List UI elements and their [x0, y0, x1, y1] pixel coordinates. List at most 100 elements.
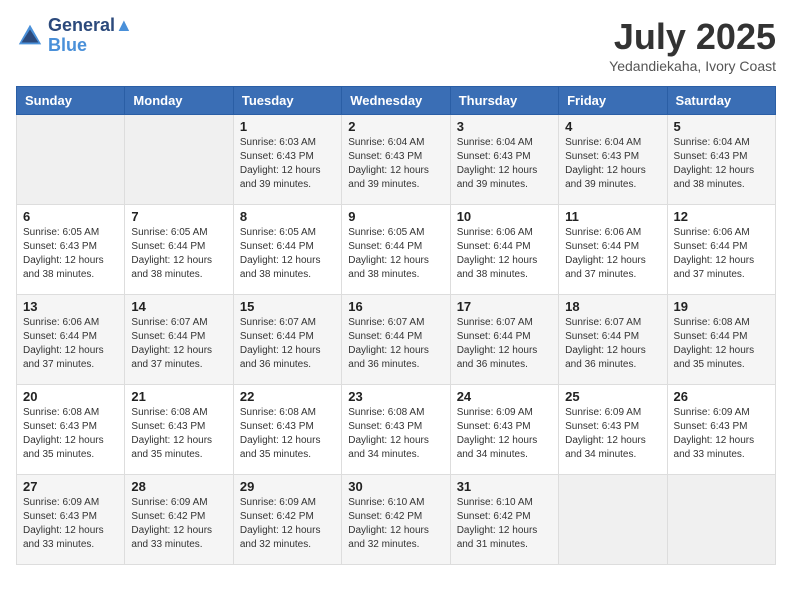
calendar-table: Sunday Monday Tuesday Wednesday Thursday…	[16, 86, 776, 565]
calendar-cell: 7 Sunrise: 6:05 AMSunset: 6:44 PMDayligh…	[125, 205, 233, 295]
day-info: Sunrise: 6:08 AMSunset: 6:43 PMDaylight:…	[131, 406, 226, 462]
day-info: Sunrise: 6:09 AMSunset: 6:42 PMDaylight:…	[131, 496, 226, 552]
day-info: Sunrise: 6:07 AMSunset: 6:44 PMDaylight:…	[348, 316, 443, 372]
day-number: 20	[23, 389, 118, 404]
calendar-cell: 18 Sunrise: 6:07 AMSunset: 6:44 PMDaylig…	[559, 295, 667, 385]
calendar-cell: 21 Sunrise: 6:08 AMSunset: 6:43 PMDaylig…	[125, 385, 233, 475]
calendar-cell: 30 Sunrise: 6:10 AMSunset: 6:42 PMDaylig…	[342, 475, 450, 565]
day-number: 23	[348, 389, 443, 404]
day-info: Sunrise: 6:05 AMSunset: 6:43 PMDaylight:…	[23, 226, 118, 282]
day-info: Sunrise: 6:06 AMSunset: 6:44 PMDaylight:…	[457, 226, 552, 282]
day-info: Sunrise: 6:08 AMSunset: 6:43 PMDaylight:…	[240, 406, 335, 462]
day-number: 10	[457, 209, 552, 224]
calendar-week-row: 1 Sunrise: 6:03 AMSunset: 6:43 PMDayligh…	[17, 115, 776, 205]
day-number: 25	[565, 389, 660, 404]
day-number: 24	[457, 389, 552, 404]
calendar-cell: 14 Sunrise: 6:07 AMSunset: 6:44 PMDaylig…	[125, 295, 233, 385]
calendar-cell: 31 Sunrise: 6:10 AMSunset: 6:42 PMDaylig…	[450, 475, 558, 565]
calendar-cell: 4 Sunrise: 6:04 AMSunset: 6:43 PMDayligh…	[559, 115, 667, 205]
day-info: Sunrise: 6:04 AMSunset: 6:43 PMDaylight:…	[348, 136, 443, 192]
day-info: Sunrise: 6:05 AMSunset: 6:44 PMDaylight:…	[240, 226, 335, 282]
day-number: 5	[674, 119, 769, 134]
page-header: General▲ Blue July 2025 Yedandiekaha, Iv…	[16, 16, 776, 74]
day-number: 30	[348, 479, 443, 494]
calendar-cell: 11 Sunrise: 6:06 AMSunset: 6:44 PMDaylig…	[559, 205, 667, 295]
day-number: 4	[565, 119, 660, 134]
calendar-cell: 17 Sunrise: 6:07 AMSunset: 6:44 PMDaylig…	[450, 295, 558, 385]
day-info: Sunrise: 6:06 AMSunset: 6:44 PMDaylight:…	[23, 316, 118, 372]
title-area: July 2025 Yedandiekaha, Ivory Coast	[609, 16, 776, 74]
day-number: 21	[131, 389, 226, 404]
day-number: 9	[348, 209, 443, 224]
col-monday: Monday	[125, 87, 233, 115]
day-number: 26	[674, 389, 769, 404]
logo-icon	[16, 22, 44, 50]
calendar-cell: 8 Sunrise: 6:05 AMSunset: 6:44 PMDayligh…	[233, 205, 341, 295]
day-number: 29	[240, 479, 335, 494]
day-number: 22	[240, 389, 335, 404]
day-info: Sunrise: 6:07 AMSunset: 6:44 PMDaylight:…	[565, 316, 660, 372]
day-number: 1	[240, 119, 335, 134]
day-info: Sunrise: 6:10 AMSunset: 6:42 PMDaylight:…	[348, 496, 443, 552]
calendar-cell	[559, 475, 667, 565]
day-number: 11	[565, 209, 660, 224]
day-info: Sunrise: 6:05 AMSunset: 6:44 PMDaylight:…	[348, 226, 443, 282]
calendar-cell: 5 Sunrise: 6:04 AMSunset: 6:43 PMDayligh…	[667, 115, 775, 205]
day-info: Sunrise: 6:09 AMSunset: 6:43 PMDaylight:…	[457, 406, 552, 462]
calendar-cell: 1 Sunrise: 6:03 AMSunset: 6:43 PMDayligh…	[233, 115, 341, 205]
calendar-cell: 15 Sunrise: 6:07 AMSunset: 6:44 PMDaylig…	[233, 295, 341, 385]
calendar-cell: 3 Sunrise: 6:04 AMSunset: 6:43 PMDayligh…	[450, 115, 558, 205]
day-info: Sunrise: 6:10 AMSunset: 6:42 PMDaylight:…	[457, 496, 552, 552]
day-number: 12	[674, 209, 769, 224]
calendar-cell: 6 Sunrise: 6:05 AMSunset: 6:43 PMDayligh…	[17, 205, 125, 295]
day-number: 7	[131, 209, 226, 224]
calendar-cell	[17, 115, 125, 205]
day-info: Sunrise: 6:09 AMSunset: 6:43 PMDaylight:…	[23, 496, 118, 552]
col-wednesday: Wednesday	[342, 87, 450, 115]
day-info: Sunrise: 6:07 AMSunset: 6:44 PMDaylight:…	[131, 316, 226, 372]
day-number: 2	[348, 119, 443, 134]
day-info: Sunrise: 6:06 AMSunset: 6:44 PMDaylight:…	[674, 226, 769, 282]
day-number: 18	[565, 299, 660, 314]
day-number: 17	[457, 299, 552, 314]
calendar-week-row: 6 Sunrise: 6:05 AMSunset: 6:43 PMDayligh…	[17, 205, 776, 295]
day-info: Sunrise: 6:08 AMSunset: 6:43 PMDaylight:…	[348, 406, 443, 462]
calendar-cell: 26 Sunrise: 6:09 AMSunset: 6:43 PMDaylig…	[667, 385, 775, 475]
col-friday: Friday	[559, 87, 667, 115]
day-number: 8	[240, 209, 335, 224]
calendar-week-row: 20 Sunrise: 6:08 AMSunset: 6:43 PMDaylig…	[17, 385, 776, 475]
calendar-cell: 20 Sunrise: 6:08 AMSunset: 6:43 PMDaylig…	[17, 385, 125, 475]
day-number: 13	[23, 299, 118, 314]
calendar-cell: 22 Sunrise: 6:08 AMSunset: 6:43 PMDaylig…	[233, 385, 341, 475]
day-info: Sunrise: 6:07 AMSunset: 6:44 PMDaylight:…	[457, 316, 552, 372]
calendar-cell: 2 Sunrise: 6:04 AMSunset: 6:43 PMDayligh…	[342, 115, 450, 205]
logo: General▲ Blue	[16, 16, 133, 56]
day-info: Sunrise: 6:04 AMSunset: 6:43 PMDaylight:…	[565, 136, 660, 192]
col-sunday: Sunday	[17, 87, 125, 115]
day-info: Sunrise: 6:09 AMSunset: 6:42 PMDaylight:…	[240, 496, 335, 552]
calendar-cell: 24 Sunrise: 6:09 AMSunset: 6:43 PMDaylig…	[450, 385, 558, 475]
calendar-cell: 28 Sunrise: 6:09 AMSunset: 6:42 PMDaylig…	[125, 475, 233, 565]
day-number: 16	[348, 299, 443, 314]
col-tuesday: Tuesday	[233, 87, 341, 115]
day-info: Sunrise: 6:04 AMSunset: 6:43 PMDaylight:…	[674, 136, 769, 192]
col-thursday: Thursday	[450, 87, 558, 115]
calendar-cell: 23 Sunrise: 6:08 AMSunset: 6:43 PMDaylig…	[342, 385, 450, 475]
day-number: 14	[131, 299, 226, 314]
calendar-cell: 10 Sunrise: 6:06 AMSunset: 6:44 PMDaylig…	[450, 205, 558, 295]
day-number: 31	[457, 479, 552, 494]
day-number: 15	[240, 299, 335, 314]
day-number: 28	[131, 479, 226, 494]
logo-text: General▲ Blue	[48, 16, 133, 56]
day-info: Sunrise: 6:05 AMSunset: 6:44 PMDaylight:…	[131, 226, 226, 282]
location: Yedandiekaha, Ivory Coast	[609, 58, 776, 74]
day-info: Sunrise: 6:07 AMSunset: 6:44 PMDaylight:…	[240, 316, 335, 372]
day-number: 3	[457, 119, 552, 134]
calendar-cell: 19 Sunrise: 6:08 AMSunset: 6:44 PMDaylig…	[667, 295, 775, 385]
calendar-cell: 16 Sunrise: 6:07 AMSunset: 6:44 PMDaylig…	[342, 295, 450, 385]
day-info: Sunrise: 6:09 AMSunset: 6:43 PMDaylight:…	[674, 406, 769, 462]
day-info: Sunrise: 6:06 AMSunset: 6:44 PMDaylight:…	[565, 226, 660, 282]
calendar-cell	[667, 475, 775, 565]
day-number: 19	[674, 299, 769, 314]
day-info: Sunrise: 6:03 AMSunset: 6:43 PMDaylight:…	[240, 136, 335, 192]
